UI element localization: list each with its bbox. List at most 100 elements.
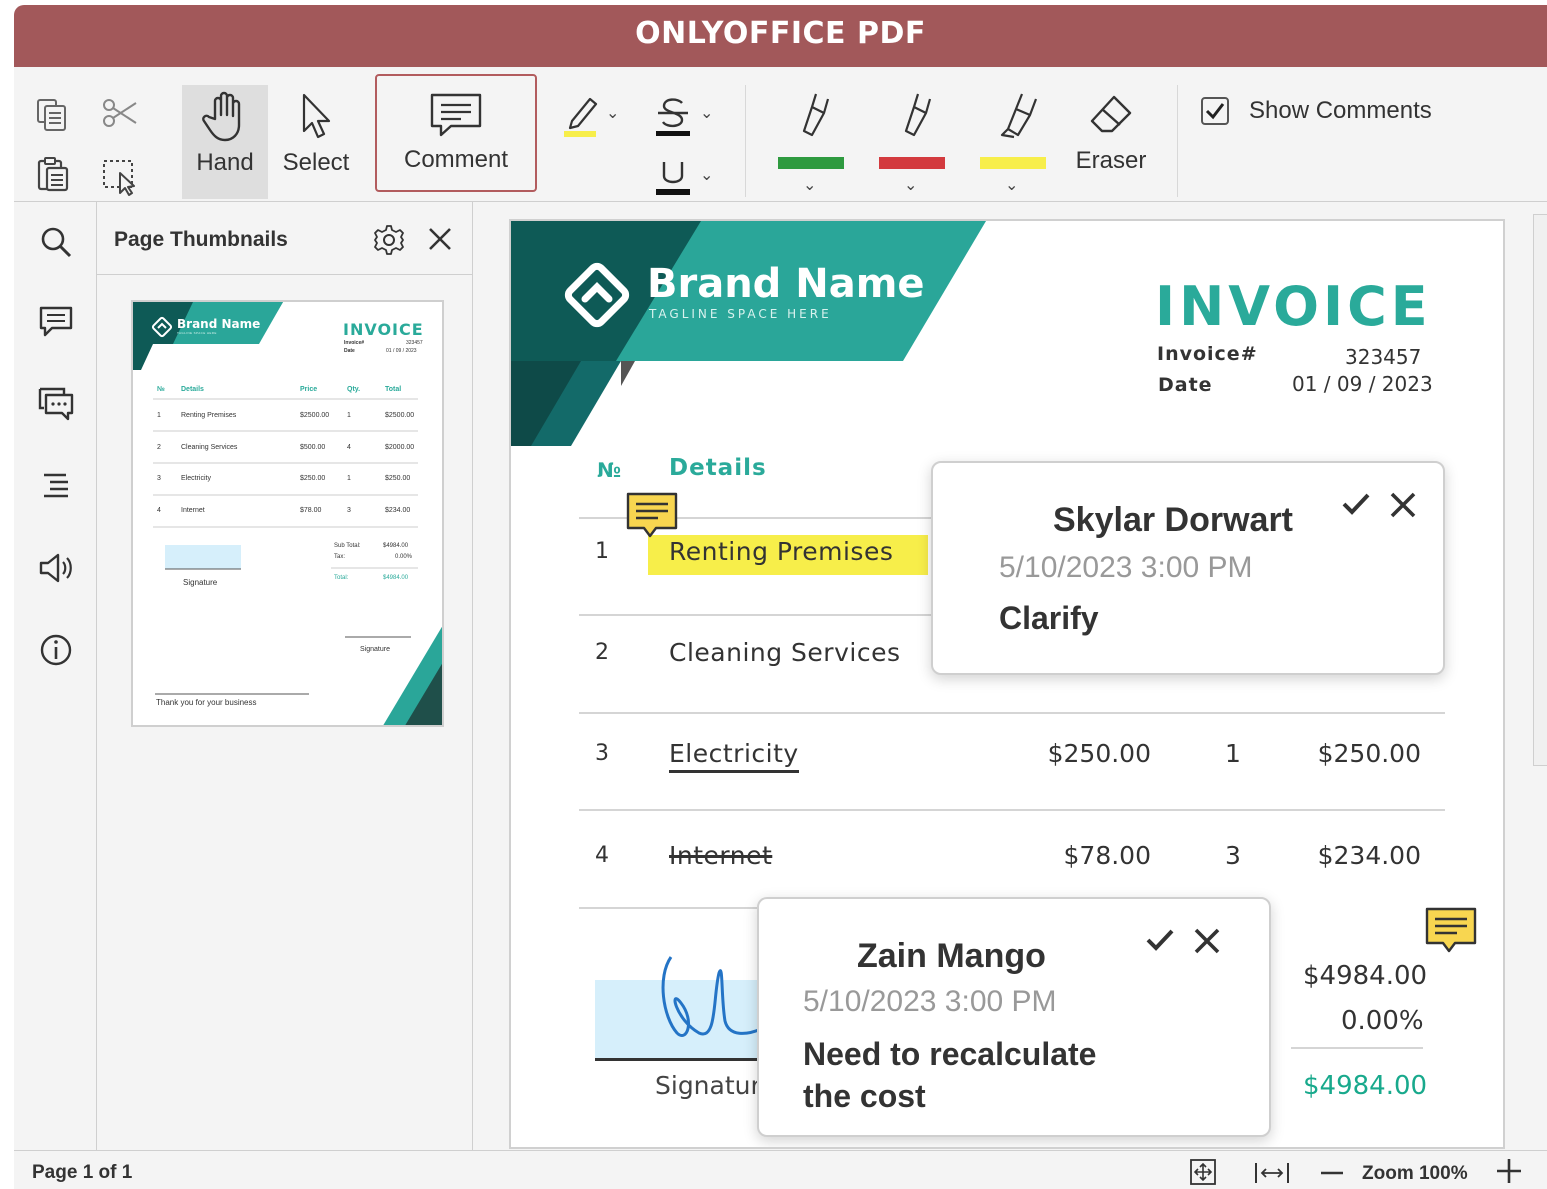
eraser-label: Eraser: [1075, 147, 1147, 174]
row-number: 1: [595, 539, 609, 564]
mini-cell: 4: [347, 443, 351, 451]
comment-text-line-2: the cost: [803, 1078, 926, 1114]
comment-icon: [430, 93, 482, 137]
check-icon: [1205, 103, 1225, 120]
mini-signature: Signature: [183, 578, 218, 587]
toolbar: Hand Select Comment ⌄ ⌄ ⌄ ⌄ ⌄ ⌄ Eraser S…: [14, 67, 1547, 202]
row-number: 4: [595, 843, 609, 868]
green-pen-icon[interactable]: [794, 91, 838, 141]
strikeout-chevron-down-icon[interactable]: ⌄: [700, 103, 713, 123]
mini-cell: $2500.00: [385, 412, 415, 419]
announcement-icon[interactable]: [38, 550, 74, 586]
handwritten-signature: [661, 956, 762, 1037]
thumbnails-title: Page Thumbnails: [114, 228, 288, 251]
thumbnails-header: Page Thumbnails: [97, 202, 472, 275]
brand-logo-icon: [151, 316, 173, 338]
search-icon[interactable]: [38, 224, 74, 260]
underline-icon[interactable]: [654, 159, 694, 199]
show-comments-checkbox[interactable]: [1201, 97, 1229, 125]
mini-total: $4984.00: [383, 575, 409, 581]
row-total: $234.00: [1317, 841, 1421, 870]
comment-popup[interactable]: Zain Mango 5/10/2023 3:00 PM Need to rec…: [757, 897, 1271, 1137]
document-viewer[interactable]: Brand Name TAGLINE SPACE HERE INVOICE In…: [473, 202, 1547, 1150]
info-icon[interactable]: [38, 632, 74, 668]
mini-cell: $2000.00: [385, 443, 415, 451]
mini-cell: Electricity: [181, 475, 211, 482]
text-highlight-icon[interactable]: [562, 93, 602, 139]
mini-cell: 1: [157, 412, 161, 419]
mini-header-cell: Total: [385, 386, 402, 393]
row-divider: [579, 809, 1445, 811]
subtotal-value: $4984.00: [1303, 961, 1428, 991]
row-details: Electricity: [669, 739, 799, 773]
red-pen-icon[interactable]: [896, 91, 940, 141]
app-title: ONLYOFFICE PDF: [635, 16, 926, 51]
show-comments-toggle[interactable]: Show Comments: [1201, 97, 1432, 125]
page-indicator: Page 1 of 1: [32, 1162, 133, 1183]
yellow-pen-color-bar[interactable]: [980, 157, 1046, 169]
red-pen-chevron-down-icon[interactable]: ⌄: [904, 175, 917, 195]
close-icon[interactable]: [1193, 927, 1221, 955]
fit-width-icon[interactable]: [1254, 1161, 1290, 1185]
hand-tool-button[interactable]: Hand: [182, 85, 268, 199]
strikeout-icon[interactable]: [654, 95, 694, 137]
mini-subtotal: $4984.00: [383, 543, 409, 549]
gear-icon[interactable]: [373, 224, 405, 256]
green-pen-chevron-down-icon[interactable]: ⌄: [803, 175, 816, 195]
yellow-pen-chevron-down-icon[interactable]: ⌄: [1005, 175, 1018, 195]
resolve-check-icon[interactable]: [1341, 491, 1371, 517]
mini-cell: 1: [347, 475, 351, 482]
comment-date: 5/10/2023 3:00 PM: [803, 985, 1057, 1018]
page-thumbnails-panel: Page Thumbnails Brand Name TAGLINE SPACE…: [97, 202, 473, 1150]
app-window: ONLYOFFICE PDF Hand Select Comment ⌄ ⌄ ⌄…: [14, 5, 1547, 1189]
row-price: $78.00: [1063, 841, 1151, 870]
thumbnail-graphics: [133, 302, 442, 725]
chat-icon[interactable]: [38, 386, 74, 422]
eraser-button[interactable]: Eraser: [1071, 93, 1151, 175]
invoice-number-label: Invoice#: [1157, 343, 1258, 365]
invoice-date: 01 / 09 / 2023: [1292, 372, 1433, 396]
comment-tool-button[interactable]: Comment: [375, 74, 537, 192]
mini-cell: $2500.00: [300, 412, 330, 419]
copy-icon[interactable]: [32, 95, 72, 135]
column-number-header: №: [597, 458, 622, 482]
close-icon[interactable]: [427, 226, 453, 252]
row-number: 3: [595, 741, 609, 766]
zoom-in-icon[interactable]: [1496, 1158, 1522, 1184]
highlight-chevron-down-icon[interactable]: ⌄: [606, 103, 619, 123]
total-value: $4984.00: [1303, 1071, 1428, 1101]
invoice-number: 323457: [1345, 345, 1422, 369]
invoice-title: INVOICE: [1155, 275, 1432, 338]
select-all-icon[interactable]: [100, 157, 140, 197]
comment-popup[interactable]: Skylar Dorwart 5/10/2023 3:00 PM Clarify: [931, 461, 1445, 675]
pdf-page: Brand Name TAGLINE SPACE HERE INVOICE In…: [509, 219, 1505, 1149]
mini-cell: Internet: [181, 506, 205, 514]
green-pen-color-bar[interactable]: [778, 157, 844, 169]
row-divider: [579, 907, 769, 909]
mini-thanks: Thank you for your business: [156, 698, 257, 707]
fit-page-icon[interactable]: [1190, 1159, 1216, 1185]
red-pen-color-bar[interactable]: [879, 157, 945, 169]
underline-chevron-down-icon[interactable]: ⌄: [700, 165, 713, 185]
comment-marker-icon[interactable]: [626, 492, 678, 540]
paste-icon[interactable]: [32, 155, 72, 195]
mini-date-label: Date: [344, 348, 355, 354]
comment-date: 5/10/2023 3:00 PM: [999, 551, 1253, 584]
page-thumbnail[interactable]: Brand Name TAGLINE SPACE HERE INVOICE In…: [131, 300, 444, 727]
close-icon[interactable]: [1389, 491, 1417, 519]
cut-icon[interactable]: [100, 93, 140, 133]
headings-icon[interactable]: [38, 468, 74, 504]
select-tool-button[interactable]: Select: [276, 85, 356, 199]
mini-cell: 2: [157, 443, 161, 451]
highlighter-pen-icon[interactable]: [996, 91, 1044, 141]
cursor-arrow-icon: [302, 93, 331, 139]
mini-cell: Cleaning Services: [181, 443, 238, 451]
mini-tax: 0.00%: [395, 554, 413, 560]
signature-line: [595, 1058, 775, 1061]
vertical-scrollbar[interactable]: [1533, 214, 1547, 766]
comments-icon[interactable]: [38, 304, 74, 340]
zoom-out-icon[interactable]: [1320, 1165, 1344, 1181]
status-bar: Page 1 of 1 Zoom 100%: [14, 1150, 1547, 1189]
resolve-check-icon[interactable]: [1145, 927, 1175, 953]
comment-marker-icon[interactable]: [1425, 907, 1477, 955]
